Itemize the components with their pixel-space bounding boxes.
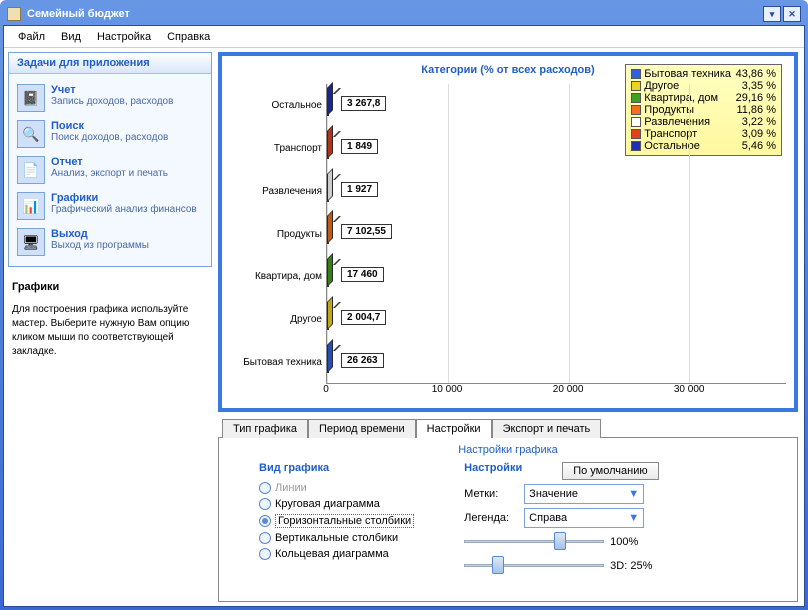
category-label: Транспорт [230, 127, 326, 170]
radio-Линии: Линии [259, 480, 414, 496]
radio-Кольцевая диаграмма[interactable]: Кольцевая диаграмма [259, 546, 414, 562]
task-icon: 📊 [17, 192, 45, 220]
task-Выход[interactable]: 🖥ВыходВыход из программы [15, 224, 205, 260]
category-label: Другое [230, 298, 326, 341]
radio-Круговая диаграмма[interactable]: Круговая диаграмма [259, 496, 414, 512]
category-label: Квартира, дом [230, 255, 326, 298]
radio-Горизонтальные столбики[interactable]: Горизонтальные столбики [259, 512, 414, 530]
category-label: Остальное [230, 84, 326, 127]
tab-0[interactable]: Тип графика [222, 419, 308, 438]
bar-value: 1 927 [341, 182, 378, 197]
help-box: Графики Для построения графика используй… [8, 277, 212, 363]
legend-label: Легенда: [464, 512, 518, 524]
menu-Настройка[interactable]: Настройка [89, 29, 159, 45]
bar-value: 7 102,55 [341, 224, 392, 239]
chart-type-heading: Вид графика [259, 462, 414, 474]
bar-value: 17 460 [341, 267, 384, 282]
menu-Файл[interactable]: Файл [10, 29, 53, 45]
category-label: Продукты [230, 213, 326, 256]
bar-value: 2 004,7 [341, 310, 386, 325]
labels-combo[interactable]: Значение ▼ [524, 484, 644, 504]
task-Поиск[interactable]: 🔍ПоискПоиск доходов, расходов [15, 116, 205, 152]
task-panel: Задачи для приложения 📓УчетЗапись доходо… [8, 52, 212, 267]
zoom-value: 100% [610, 536, 638, 548]
zoom-slider[interactable] [464, 532, 604, 552]
chevron-down-icon: ▼ [628, 512, 639, 524]
category-label: Развлечения [230, 170, 326, 213]
category-label: Бытовая техника [230, 341, 326, 384]
radio-icon [259, 482, 271, 494]
menu-Справка[interactable]: Справка [159, 29, 218, 45]
menubar: ФайлВидНастройкаСправка [4, 26, 804, 48]
bar-value: 1 849 [341, 139, 378, 154]
radio-icon [259, 515, 271, 527]
task-Графики[interactable]: 📊ГрафикиГрафический анализ финансов [15, 188, 205, 224]
x-tick: 30 000 [669, 384, 709, 395]
task-Отчет[interactable]: 📄ОтчетАнализ, экспорт и печать [15, 152, 205, 188]
radio-Вертикальные столбики[interactable]: Вертикальные столбики [259, 530, 414, 546]
tab-2[interactable]: Настройки [416, 419, 492, 438]
titlebar: Семейный бюджет ▾ ✕ [3, 3, 805, 25]
window-title: Семейный бюджет [27, 8, 130, 20]
tab-bar: Тип графикаПериод времениНастройкиЭкспор… [218, 418, 798, 437]
help-text: Для построения графика используйте масте… [12, 303, 208, 359]
task-icon: 🔍 [17, 120, 45, 148]
task-icon: 📓 [17, 84, 45, 112]
task-icon: 📄 [17, 156, 45, 184]
menu-Вид[interactable]: Вид [53, 29, 89, 45]
task-panel-heading: Задачи для приложения [9, 53, 211, 74]
labels-label: Метки: [464, 488, 518, 500]
chevron-down-icon: ▼ [628, 488, 639, 500]
x-tick: 0 [306, 384, 346, 395]
legend-combo[interactable]: Справа ▼ [524, 508, 644, 528]
default-button[interactable]: По умолчанию [562, 462, 658, 480]
bar-value: 3 267,8 [341, 96, 386, 111]
chart-frame: Категории (% от всех расходов) Бытовая т… [218, 52, 798, 412]
task-Учет[interactable]: 📓УчетЗапись доходов, расходов [15, 80, 205, 116]
bar-value: 26 263 [341, 353, 384, 368]
tab-1[interactable]: Период времени [308, 419, 416, 438]
x-tick: 20 000 [548, 384, 588, 395]
settings-title: Настройки графика [233, 444, 783, 456]
close-button[interactable]: ✕ [783, 6, 801, 22]
minimize-button[interactable]: ▾ [763, 6, 781, 22]
3d-value: 3D: 25% [610, 560, 652, 572]
task-icon: 🖥 [17, 228, 45, 256]
app-icon [7, 7, 21, 21]
radio-icon [259, 532, 271, 544]
3d-slider[interactable] [464, 556, 604, 576]
radio-icon [259, 498, 271, 510]
settings-panel: Настройки графика Вид графика ЛинииКруго… [218, 437, 798, 602]
settings-heading: Настройки [464, 462, 522, 474]
x-tick: 10 000 [427, 384, 467, 395]
help-heading: Графики [12, 281, 208, 293]
tab-3[interactable]: Экспорт и печать [492, 419, 602, 438]
legend-row: Бытовая техника43,86 % [631, 68, 776, 80]
radio-icon [259, 548, 271, 560]
